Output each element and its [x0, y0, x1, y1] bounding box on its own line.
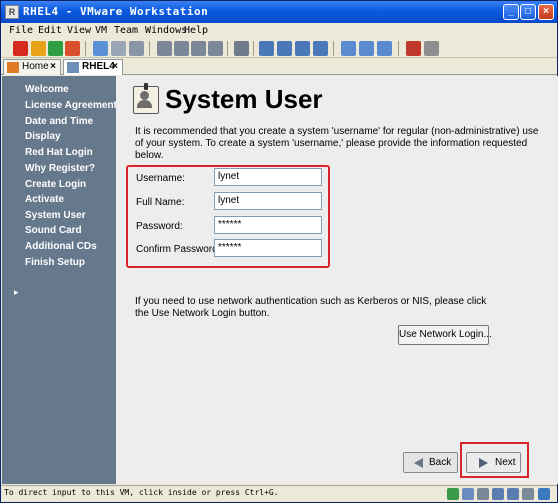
- use-network-login-button[interactable]: Use Network Login...: [398, 325, 492, 345]
- confirm-password-field[interactable]: ******: [214, 239, 322, 257]
- menu-windows[interactable]: Windows: [145, 25, 187, 36]
- username-label: Username:: [136, 173, 185, 184]
- settings-icon[interactable]: [234, 41, 249, 56]
- sidebar-item-rh-login: Red Hat Login: [25, 147, 93, 158]
- tab-close-icon[interactable]: ×: [50, 60, 56, 74]
- tab-home[interactable]: Home ×: [3, 59, 61, 75]
- username-field[interactable]: lynet: [214, 168, 322, 186]
- menu-vm[interactable]: VM: [95, 25, 107, 36]
- team-icon-4[interactable]: [208, 41, 223, 56]
- record-icon[interactable]: [406, 41, 421, 56]
- sidebar-item-welcome: Welcome: [25, 84, 69, 95]
- next-arrow-icon: [479, 458, 488, 468]
- toolbar-separator: [85, 41, 86, 56]
- usb-status-icon[interactable]: [507, 488, 519, 500]
- snapshot-icon[interactable]: [93, 41, 108, 56]
- messages-status-icon[interactable]: [538, 488, 550, 500]
- menu-view[interactable]: View: [67, 25, 91, 36]
- toolbar-separator: [333, 41, 334, 56]
- console-view-icon[interactable]: [341, 41, 356, 56]
- toolbar-separator: [253, 41, 254, 56]
- sidebar-view-icon[interactable]: [259, 41, 274, 56]
- menu-help[interactable]: Help: [184, 25, 208, 36]
- disk-status-icon[interactable]: [492, 488, 504, 500]
- vm-icon: [67, 62, 79, 73]
- title-bar: R RHEL4 - VMware Workstation _ □ ×: [1, 1, 557, 23]
- maximize-button[interactable]: □: [520, 4, 536, 20]
- next-label: Next: [495, 457, 516, 468]
- page-title: System User: [165, 84, 323, 114]
- fullname-label: Full Name:: [136, 197, 185, 208]
- tab-rhel4[interactable]: RHEL4 ×: [63, 59, 123, 75]
- snapshot-manager-icon[interactable]: [129, 41, 144, 56]
- fullname-field[interactable]: lynet: [214, 192, 322, 210]
- sound-status-icon[interactable]: [522, 488, 534, 500]
- back-label: Back: [429, 457, 452, 468]
- revert-icon[interactable]: [111, 41, 126, 56]
- menu-bar: File Edit View VM Team Windows Help: [1, 23, 557, 40]
- network-status-icon[interactable]: [447, 488, 459, 500]
- vmware-app-icon: R: [5, 5, 19, 19]
- password-field[interactable]: ******: [214, 216, 322, 234]
- confirm-password-label: Confirm Password:: [136, 244, 221, 255]
- power-on-icon[interactable]: [48, 41, 63, 56]
- intro-text: It is recommended that you create a syst…: [135, 126, 539, 161]
- sidebar-item-license: License Agreement: [25, 100, 117, 111]
- menu-file[interactable]: File: [9, 25, 33, 36]
- floppy-status-icon[interactable]: [477, 488, 489, 500]
- setup-main-panel: System User It is recommended that you c…: [116, 76, 558, 484]
- team-icon-1[interactable]: [157, 41, 172, 56]
- fullscreen-icon[interactable]: [277, 41, 292, 56]
- vmware-window: R RHEL4 - VMware Workstation _ □ × File …: [0, 0, 558, 503]
- toolbar-separator: [398, 41, 399, 56]
- sidebar-item-date-time: Date and Time: [25, 116, 94, 127]
- tab-close-icon[interactable]: ×: [112, 60, 118, 74]
- tab-label: Home: [22, 61, 49, 72]
- tab-label: RHEL4: [82, 61, 115, 72]
- sidebar-item-sound-card: Sound Card: [25, 225, 82, 236]
- password-label: Password:: [136, 221, 183, 232]
- sidebar-item-finish-setup: Finish Setup: [25, 257, 85, 268]
- user-badge-icon: [133, 83, 159, 114]
- tab-bar: Home × RHEL4 ×: [1, 58, 557, 75]
- appliance-view-icon[interactable]: [359, 41, 374, 56]
- sidebar-item-system-user: System User: [25, 210, 86, 221]
- reset-icon[interactable]: [65, 41, 80, 56]
- toolbar-separator: [149, 41, 150, 56]
- sidebar-item-display: Display: [25, 131, 61, 142]
- window-title: RHEL4 - VMware Workstation: [23, 5, 209, 18]
- back-button[interactable]: Back: [403, 452, 458, 473]
- menu-edit[interactable]: Edit: [38, 25, 62, 36]
- toolbar: [1, 40, 557, 58]
- thumbnail-view-icon[interactable]: [377, 41, 392, 56]
- cdrom-status-icon[interactable]: [462, 488, 474, 500]
- home-icon: [7, 62, 19, 73]
- quick-switch-icon[interactable]: [295, 41, 310, 56]
- toolbar-separator: [227, 41, 228, 56]
- setup-steps-sidebar: Welcome License Agreement Date and Time …: [2, 76, 117, 484]
- sidebar-item-create-login: Create Login: [25, 179, 87, 190]
- team-icon-2[interactable]: [174, 41, 189, 56]
- minimize-button[interactable]: _: [503, 4, 519, 20]
- status-text: To direct input to this VM, click inside…: [4, 488, 279, 497]
- sidebar-item-activate: Activate: [25, 194, 64, 205]
- back-arrow-icon: [414, 458, 423, 468]
- power-off-icon[interactable]: [13, 41, 28, 56]
- sidebar-item-why-register: Why Register?: [25, 163, 96, 174]
- summary-view-icon[interactable]: [313, 41, 328, 56]
- menu-team[interactable]: Team: [114, 25, 138, 36]
- suspend-icon[interactable]: [31, 41, 46, 56]
- network-login-text: If you need to use network authenticatio…: [135, 296, 487, 319]
- close-button[interactable]: ×: [538, 4, 554, 20]
- current-step-arrow-icon: ▸: [14, 287, 19, 297]
- status-bar: To direct input to this VM, click inside…: [1, 485, 557, 502]
- next-button[interactable]: Next: [466, 452, 521, 473]
- team-icon-3[interactable]: [191, 41, 206, 56]
- sidebar-item-additional-cds: Additional CDs: [25, 241, 97, 252]
- replay-icon[interactable]: [424, 41, 439, 56]
